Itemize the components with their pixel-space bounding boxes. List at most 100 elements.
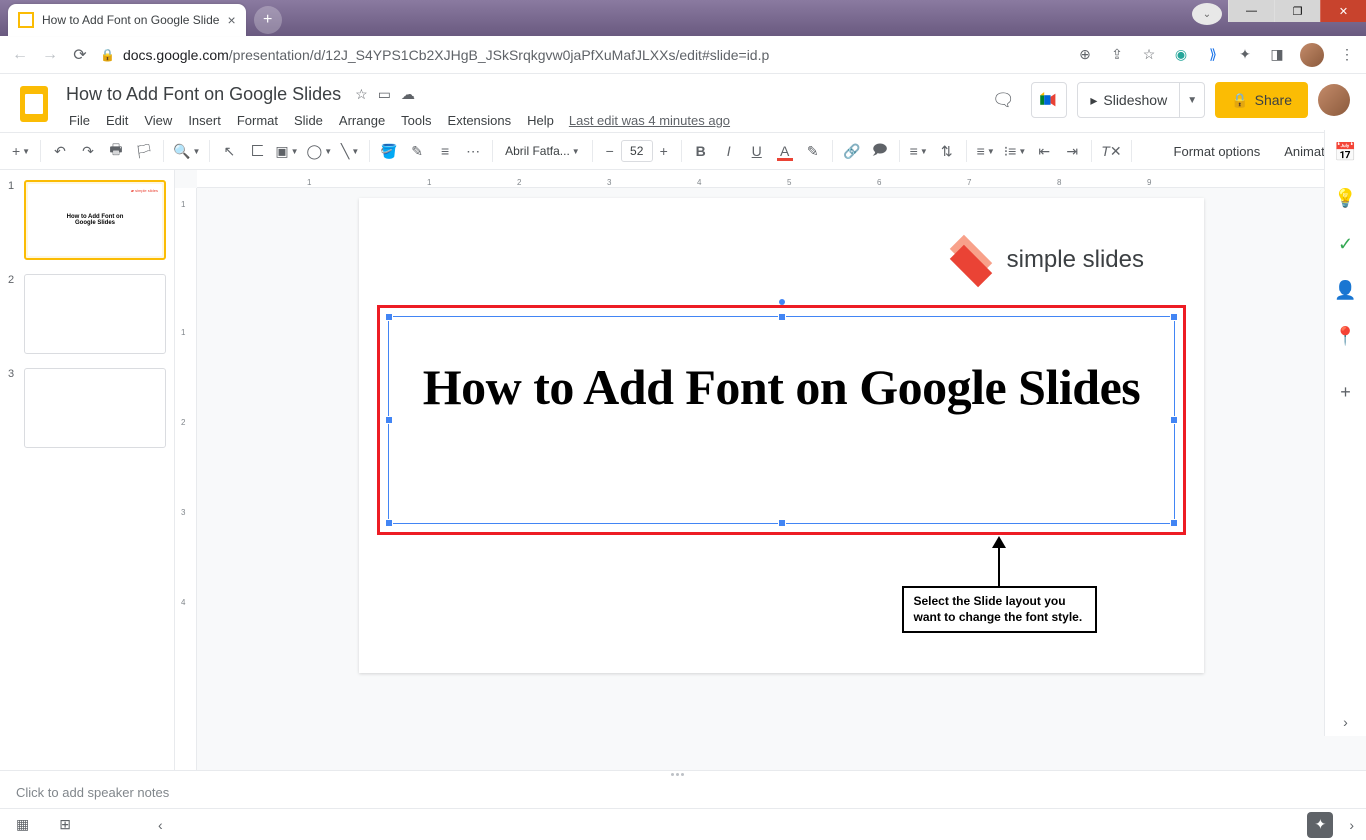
font-size-input[interactable]: 52 <box>621 140 653 162</box>
speaker-notes-input[interactable]: Click to add speaker notes <box>0 777 1366 808</box>
comments-button[interactable]: 🗨 <box>985 82 1021 118</box>
slide-title-text[interactable]: How to Add Font on Google Slides <box>389 317 1174 457</box>
share-button[interactable]: 🔒Share <box>1215 82 1308 118</box>
decrease-indent-button[interactable]: ⇤ <box>1031 138 1057 164</box>
menu-tools[interactable]: Tools <box>394 109 438 132</box>
rotate-handle[interactable] <box>779 299 785 305</box>
browser-tab[interactable]: How to Add Font on Google Slide × <box>8 4 246 36</box>
menu-view[interactable]: View <box>137 109 179 132</box>
bulleted-list-button[interactable]: ⁝≡▼ <box>1001 138 1030 164</box>
account-avatar[interactable] <box>1318 84 1350 116</box>
resize-handle-bc[interactable] <box>778 519 786 527</box>
italic-button[interactable]: I <box>716 138 742 164</box>
document-title[interactable]: How to Add Font on Google Slides <box>62 82 345 107</box>
new-tab-button[interactable]: + <box>254 6 282 34</box>
last-edit-link[interactable]: Last edit was 4 minutes ago <box>569 113 730 128</box>
collapse-filmstrip-icon[interactable]: ‹ <box>158 817 163 833</box>
horizontal-ruler[interactable]: 1 1 2 3 4 5 6 7 8 9 <box>197 170 1366 188</box>
window-minimize-button[interactable]: — <box>1228 0 1274 22</box>
resize-handle-mr[interactable] <box>1170 416 1178 424</box>
window-maximize-button[interactable]: ❐ <box>1274 0 1320 22</box>
vertical-ruler[interactable]: 1 1 2 3 4 <box>175 188 197 770</box>
new-slide-button[interactable]: +▼ <box>8 138 34 164</box>
fill-color-button[interactable]: 🪣 <box>376 138 402 164</box>
font-size-decrease-button[interactable]: − <box>599 139 621 163</box>
thumbnail-2[interactable]: 2 <box>8 274 166 354</box>
zoom-button[interactable]: 🔍▼ <box>170 138 203 164</box>
explore-button[interactable]: ✦ <box>1307 812 1333 838</box>
resize-handle-tl[interactable] <box>385 313 393 321</box>
bookmark-icon[interactable]: ☆ <box>1140 46 1158 64</box>
nav-back-icon[interactable]: ← <box>10 45 30 65</box>
thumbnail-1[interactable]: 1 ▰ simple slidesHow to Add Font onGoogl… <box>8 180 166 260</box>
resize-handle-tr[interactable] <box>1170 313 1178 321</box>
align-button[interactable]: ≡▼ <box>906 138 932 164</box>
bold-button[interactable]: B <box>688 138 714 164</box>
increase-indent-button[interactable]: ⇥ <box>1059 138 1085 164</box>
select-tool-button[interactable]: ↖ <box>216 138 242 164</box>
textbox-button[interactable]: ⼕ <box>244 138 270 164</box>
url-field[interactable]: 🔒 docs.google.com/presentation/d/12J_S4Y… <box>100 47 1066 63</box>
slides-logo-icon[interactable] <box>16 86 52 122</box>
menu-edit[interactable]: Edit <box>99 109 135 132</box>
extensions-icon[interactable]: ✦ <box>1236 46 1254 64</box>
thumbnail-3[interactable]: 3 <box>8 368 166 448</box>
move-icon[interactable]: ▭ <box>378 86 391 103</box>
keep-icon[interactable]: 💡 <box>1336 188 1356 208</box>
side-panel-icon[interactable]: ◨ <box>1268 46 1286 64</box>
resize-handle-tc[interactable] <box>778 313 786 321</box>
menu-arrange[interactable]: Arrange <box>332 109 392 132</box>
nav-forward-icon[interactable]: → <box>40 45 60 65</box>
share-page-icon[interactable]: ⇪ <box>1108 46 1126 64</box>
font-selector[interactable]: Abril Fatfa...▼ <box>499 138 586 164</box>
resize-handle-ml[interactable] <box>385 416 393 424</box>
underline-button[interactable]: U <box>744 138 770 164</box>
clear-format-button[interactable]: T✕ <box>1098 138 1124 164</box>
format-options-button[interactable]: Format options <box>1166 144 1269 159</box>
meet-button[interactable] <box>1031 82 1067 118</box>
side-panel-toggle-icon[interactable]: › <box>1349 817 1354 833</box>
chrome-account-icon[interactable]: ⌄ <box>1192 3 1222 25</box>
paint-format-button[interactable]: 🏳 <box>131 138 157 164</box>
slideshow-button[interactable]: ▸Slideshow ▼ <box>1077 82 1205 118</box>
nav-reload-icon[interactable]: ⟳ <box>70 45 90 65</box>
grid-view-icon[interactable]: ⊞ <box>59 816 71 833</box>
slide-canvas[interactable]: simple slides How to Add Font on Google … <box>359 198 1204 673</box>
shape-button[interactable]: ◯▼ <box>304 138 336 164</box>
font-size-increase-button[interactable]: + <box>653 139 675 163</box>
filmstrip-view-icon[interactable]: ▦ <box>16 816 29 833</box>
image-button[interactable]: ▣▼ <box>272 138 301 164</box>
hide-side-panel-icon[interactable]: › <box>1343 714 1348 730</box>
menu-insert[interactable]: Insert <box>181 109 228 132</box>
link-button[interactable]: 🔗 <box>839 138 865 164</box>
close-tab-icon[interactable]: × <box>227 12 235 28</box>
menu-help[interactable]: Help <box>520 109 561 132</box>
highlight-button[interactable]: ✎ <box>800 138 826 164</box>
menu-format[interactable]: Format <box>230 109 285 132</box>
menu-extensions[interactable]: Extensions <box>441 109 519 132</box>
canvas-scroll[interactable]: simple slides How to Add Font on Google … <box>197 188 1366 770</box>
chrome-menu-icon[interactable]: ⋮ <box>1338 46 1356 64</box>
zoom-icon[interactable]: ⊕ <box>1076 46 1094 64</box>
extension-cast-icon[interactable]: ⟫ <box>1204 46 1222 64</box>
undo-button[interactable]: ↶ <box>47 138 73 164</box>
text-color-button[interactable]: A <box>772 138 798 164</box>
cloud-status-icon[interactable]: ☁ <box>401 86 415 103</box>
add-addon-icon[interactable]: + <box>1336 382 1356 402</box>
border-weight-button[interactable]: ≡ <box>432 138 458 164</box>
contacts-icon[interactable]: 👤 <box>1336 280 1356 300</box>
resize-handle-bl[interactable] <box>385 519 393 527</box>
border-dash-button[interactable]: ⋯ <box>460 138 486 164</box>
extension-grammarly-icon[interactable]: ◉ <box>1172 46 1190 64</box>
menu-slide[interactable]: Slide <box>287 109 330 132</box>
line-button[interactable]: ╲▼ <box>337 138 363 164</box>
tasks-icon[interactable]: ✓ <box>1336 234 1356 254</box>
resize-handle-br[interactable] <box>1170 519 1178 527</box>
profile-avatar[interactable] <box>1300 43 1324 67</box>
line-spacing-button[interactable]: ⇅ <box>934 138 960 164</box>
slideshow-dropdown-icon[interactable]: ▼ <box>1180 95 1204 106</box>
comment-button[interactable]: 🗩 <box>867 138 893 164</box>
star-icon[interactable]: ☆ <box>355 86 368 103</box>
print-button[interactable]: 🖶 <box>103 138 129 164</box>
window-close-button[interactable]: ✕ <box>1320 0 1366 22</box>
